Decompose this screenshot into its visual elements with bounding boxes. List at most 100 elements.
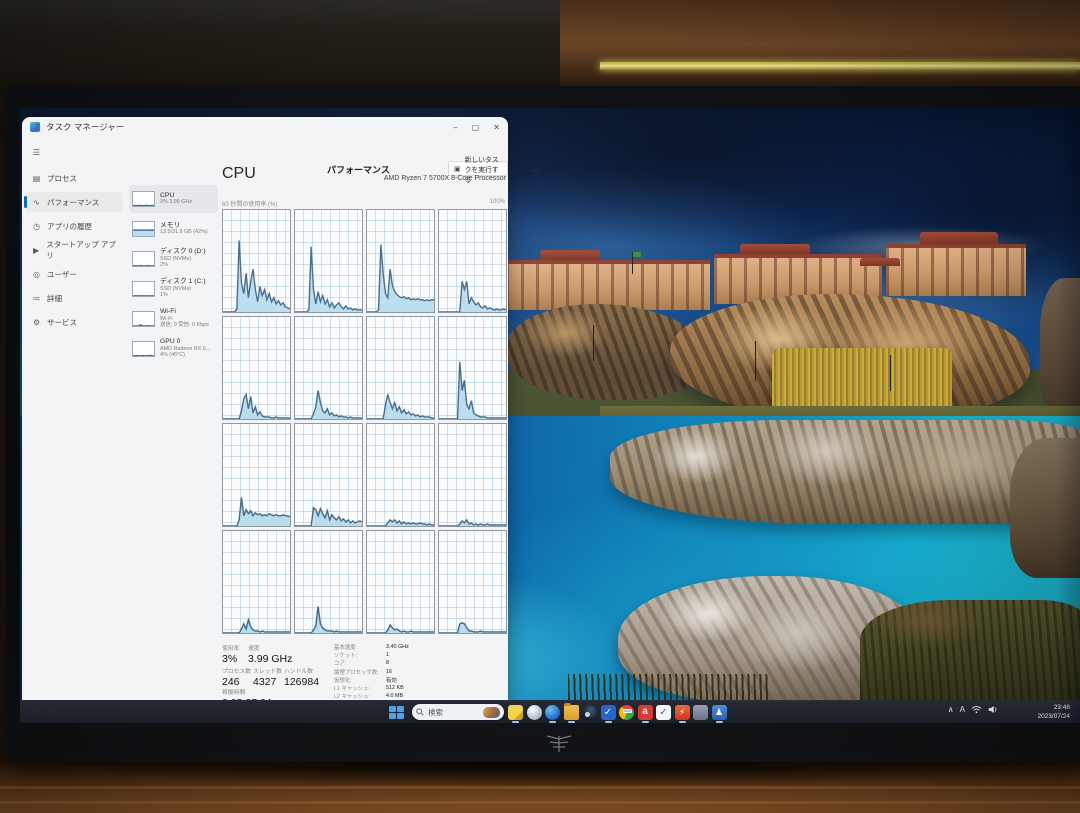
cpu-core-graph bbox=[294, 423, 363, 527]
spec-value: 1 bbox=[386, 652, 389, 658]
performance-device-list: CPU3% 3.99 GHzメモリ13.5/31.9 GB (42%)ディスク … bbox=[127, 137, 220, 700]
perf-list-item-cpu[interactable]: CPU3% 3.99 GHz bbox=[129, 185, 218, 213]
wallpaper-lamppost bbox=[593, 325, 594, 361]
perf-list-item-gpu0[interactable]: GPU 0AMD Radeon RX 6...4% (46°C) bbox=[129, 335, 218, 363]
services-icon: ⚙ bbox=[32, 318, 41, 327]
stat-label: プロセス数 bbox=[222, 666, 251, 675]
maximize-button[interactable]: ▢ bbox=[472, 123, 480, 132]
stat-label: ハンドル数 bbox=[284, 666, 319, 675]
chrome-icon[interactable] bbox=[619, 705, 634, 720]
cpu-core-graph bbox=[438, 316, 507, 420]
wallpaper-right-shore bbox=[1010, 438, 1080, 578]
cpu-spec-row: 仮想化:有効 bbox=[334, 676, 504, 684]
cpu-core-graph bbox=[222, 423, 291, 527]
cpu-core-graph bbox=[438, 423, 507, 527]
graph-max-label: 100% bbox=[490, 199, 505, 205]
perf-list-item-disk1[interactable]: ディスク 1 (C:)SSD (NVMe)1% bbox=[129, 275, 218, 303]
xbox-icon[interactable] bbox=[527, 705, 542, 720]
perf-list-item-wifi[interactable]: Wi-FiWi-Fi送信: 0 受信: 0 Kbps bbox=[129, 305, 218, 333]
sidebar-item-performance[interactable]: ∿パフォーマンス bbox=[26, 192, 123, 212]
spec-label: 基本速度: bbox=[334, 643, 386, 651]
wallpaper-lamppost bbox=[755, 341, 756, 381]
taskbar-clock[interactable]: 23:48 2023/07/24 bbox=[1037, 703, 1070, 721]
cpu-spec-row: 論理プロセッサ数:16 bbox=[334, 668, 504, 676]
wallpaper-yellow-reeds bbox=[772, 348, 952, 414]
search-box[interactable]: 検索 bbox=[412, 704, 504, 720]
spec-value: 8 bbox=[386, 660, 389, 666]
wallpaper-flag bbox=[633, 252, 641, 257]
sidebar-item-details[interactable]: ≔ 詳細 bbox=[26, 288, 123, 308]
start-button[interactable] bbox=[388, 705, 404, 720]
run-new-task-icon: ▣ bbox=[454, 165, 461, 173]
ime-indicator[interactable]: A bbox=[960, 705, 965, 714]
blue-figure-icon[interactable]: ♟ bbox=[712, 705, 727, 720]
nav-menu-button[interactable]: ☰ bbox=[26, 142, 123, 162]
sidebar-item-users[interactable]: ◎ユーザー bbox=[26, 264, 123, 284]
minimize-button[interactable]: – bbox=[453, 123, 457, 132]
stat-label: 稼働時間 bbox=[222, 687, 272, 696]
cpu-core-graph bbox=[366, 423, 435, 527]
cpu-core-graph bbox=[222, 316, 291, 420]
stat-label: 速度 bbox=[248, 643, 292, 652]
wallpaper-roof bbox=[860, 258, 900, 266]
cpu-thumbnail-graph bbox=[132, 191, 155, 207]
gray-app-icon[interactable] bbox=[693, 705, 708, 720]
cpu-core-graph bbox=[438, 530, 507, 634]
cpu-spec-row: ソケット:1 bbox=[334, 651, 504, 659]
search-highlight-image bbox=[483, 707, 500, 718]
sidebar-item-label: スタートアップ アプリ bbox=[46, 239, 117, 261]
white-check-icon[interactable]: ✓ bbox=[656, 705, 671, 720]
users-icon: ◎ bbox=[32, 270, 41, 279]
page-title: パフォーマンス bbox=[327, 163, 390, 176]
processes-icon: ▤ bbox=[32, 174, 41, 183]
sidebar-item-processes[interactable]: ▤プロセス bbox=[26, 168, 123, 188]
sidebar-item-label: アプリの履歴 bbox=[47, 221, 92, 232]
spec-value: 3.40 GHz bbox=[386, 644, 409, 650]
perf-list-item-memory[interactable]: メモリ13.5/31.9 GB (42%) bbox=[129, 215, 218, 243]
cpu-core-graph bbox=[294, 209, 363, 313]
perf-list-item-disk0[interactable]: ディスク 0 (D:)SSD (NVMe)2% bbox=[129, 245, 218, 273]
system-tray[interactable]: ∧ A bbox=[948, 705, 998, 714]
spec-label: 論理プロセッサ数: bbox=[334, 668, 386, 676]
yellow-notes-icon[interactable] bbox=[508, 705, 523, 720]
screen: タスク マネージャー – ▢ ✕ ☰ ▤プロセス∿パフォーマンス◷アプリの履歴▶… bbox=[20, 108, 1080, 723]
sidebar-item-services[interactable]: ⚙サービス bbox=[26, 312, 123, 332]
folder-icon[interactable] bbox=[564, 705, 579, 720]
gpu0-thumbnail-graph bbox=[132, 341, 155, 357]
graph-axis-label: 60 秒間の使用率 (%) bbox=[222, 199, 277, 208]
sidebar-item-startup-apps[interactable]: ▶スタートアップ アプリ bbox=[26, 240, 123, 260]
spec-label: ソケット: bbox=[334, 651, 386, 659]
run-new-task-button[interactable]: ▣ 新しいタスクを実行する bbox=[448, 161, 508, 176]
red-a-icon[interactable]: a bbox=[638, 705, 653, 720]
tray-chevron-icon[interactable]: ∧ bbox=[948, 705, 954, 714]
close-button[interactable]: ✕ bbox=[493, 123, 500, 132]
search-icon bbox=[416, 708, 424, 716]
background-wall-left bbox=[0, 0, 620, 100]
stat-value: 3% bbox=[222, 653, 239, 665]
stat-label: スレッド数 bbox=[253, 666, 282, 675]
performance-icon: ∿ bbox=[32, 198, 41, 207]
details-icon: ≔ bbox=[32, 294, 41, 303]
sidebar-item-label: 詳細 bbox=[47, 293, 62, 304]
wallpaper-roof bbox=[540, 250, 600, 260]
sidebar-item-app-history[interactable]: ◷アプリの履歴 bbox=[26, 216, 123, 236]
blue-orb-icon[interactable] bbox=[545, 705, 560, 720]
perf-item-sub2: 4% (46°C) bbox=[160, 352, 210, 359]
logical-processor-grid bbox=[222, 209, 507, 634]
blue-check-icon[interactable]: ✓ bbox=[601, 705, 616, 720]
hamburger-icon: ☰ bbox=[32, 148, 41, 157]
cpu-core-graph bbox=[294, 316, 363, 420]
spec-value: 512 KB bbox=[386, 685, 404, 691]
clock-time: 23:48 bbox=[1037, 703, 1070, 712]
stat-value: 126984 bbox=[284, 676, 319, 688]
cpu-processor-name: AMD Ryzen 7 5700X 8-Core Processor bbox=[384, 175, 506, 182]
cpu-core-graph bbox=[366, 209, 435, 313]
more-options-button[interactable]: … bbox=[530, 163, 540, 173]
windows-logo-icon bbox=[389, 706, 396, 712]
steam-icon[interactable] bbox=[582, 705, 597, 720]
orange-flame-icon[interactable]: ⚡ bbox=[675, 705, 690, 720]
titlebar[interactable]: タスク マネージャー – ▢ ✕ bbox=[22, 117, 508, 137]
cpu-spec-row: L1 キャッシュ:512 KB bbox=[334, 684, 504, 692]
cpu-heading: CPU bbox=[222, 165, 256, 183]
perf-item-sub: 3% 3.99 GHz bbox=[160, 199, 192, 206]
